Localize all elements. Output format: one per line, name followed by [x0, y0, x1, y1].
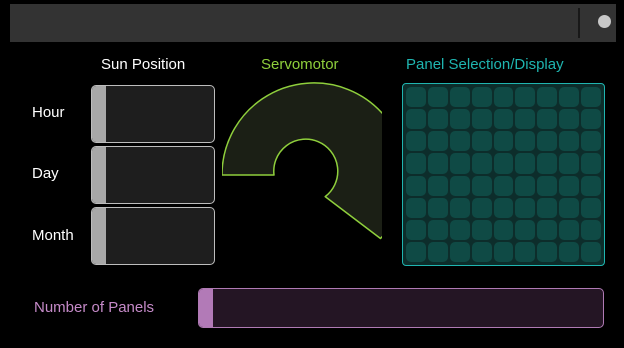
panel-cell[interactable] [515, 109, 536, 130]
panel-cell[interactable] [537, 87, 558, 108]
hour-label: Hour [32, 104, 65, 121]
panel-cell[interactable] [559, 241, 580, 262]
panel-cell[interactable] [493, 131, 514, 152]
panel-cell[interactable] [449, 87, 470, 108]
panel-cell[interactable] [559, 197, 580, 218]
panel-cell[interactable] [537, 219, 558, 240]
panel-cell[interactable] [471, 219, 492, 240]
panel-cell[interactable] [537, 241, 558, 262]
panel-display-title: Panel Selection/Display [406, 56, 564, 73]
month-slider[interactable] [91, 207, 215, 265]
panel-cell[interactable] [537, 153, 558, 174]
panel-cell[interactable] [515, 175, 536, 196]
panel-cell[interactable] [449, 197, 470, 218]
panel-cell[interactable] [581, 197, 601, 218]
panel-cell[interactable] [537, 197, 558, 218]
panel-cell[interactable] [493, 241, 514, 262]
number-of-panels-label: Number of Panels [34, 299, 155, 316]
panel-cell[interactable] [427, 175, 448, 196]
panel-cell[interactable] [449, 219, 470, 240]
panel-cell[interactable] [537, 109, 558, 130]
panel-cell[interactable] [449, 131, 470, 152]
hour-slider-handle[interactable] [92, 86, 106, 142]
panel-cell[interactable] [406, 109, 426, 130]
panel-cell[interactable] [537, 131, 558, 152]
panel-cell[interactable] [493, 153, 514, 174]
panel-cell[interactable] [471, 153, 492, 174]
panel-cell[interactable] [406, 87, 426, 108]
panel-cell[interactable] [559, 87, 580, 108]
panel-cell[interactable] [493, 175, 514, 196]
panel-cell[interactable] [471, 197, 492, 218]
panel-cell[interactable] [559, 219, 580, 240]
panel-cell[interactable] [427, 87, 448, 108]
panel-cell[interactable] [559, 153, 580, 174]
panel-cell[interactable] [581, 219, 601, 240]
panel-cell[interactable] [493, 197, 514, 218]
panel-cell[interactable] [559, 109, 580, 130]
panel-cell[interactable] [515, 241, 536, 262]
title-bar [10, 4, 616, 42]
panel-cell[interactable] [471, 131, 492, 152]
panel-cell[interactable] [515, 131, 536, 152]
panel-cell[interactable] [427, 219, 448, 240]
panel-cell[interactable] [581, 87, 601, 108]
sun-position-title: Sun Position [101, 56, 186, 73]
panel-cell[interactable] [471, 109, 492, 130]
panel-cell[interactable] [493, 87, 514, 108]
panel-cell[interactable] [406, 131, 426, 152]
panel-cell[interactable] [471, 175, 492, 196]
panel-cell[interactable] [515, 197, 536, 218]
month-slider-handle[interactable] [92, 208, 106, 264]
panel-cell[interactable] [471, 241, 492, 262]
panel-cell[interactable] [406, 153, 426, 174]
panel-cell[interactable] [493, 219, 514, 240]
panel-cell[interactable] [449, 109, 470, 130]
panel-cell[interactable] [427, 197, 448, 218]
panel-cell[interactable] [406, 197, 426, 218]
day-slider-handle[interactable] [92, 147, 106, 203]
panel-cell[interactable] [471, 87, 492, 108]
window-control-icon[interactable] [598, 15, 611, 28]
panel-cell[interactable] [427, 153, 448, 174]
panel-cell[interactable] [515, 87, 536, 108]
panel-cell[interactable] [427, 131, 448, 152]
panel-cell[interactable] [537, 175, 558, 196]
panel-cell[interactable] [581, 131, 601, 152]
month-label: Month [32, 227, 74, 244]
panel-cell[interactable] [559, 131, 580, 152]
panel-cell[interactable] [581, 175, 601, 196]
panel-cell[interactable] [581, 109, 601, 130]
day-slider[interactable] [91, 146, 215, 204]
panel-cell[interactable] [581, 153, 601, 174]
panel-cell[interactable] [581, 241, 601, 262]
panel-cell[interactable] [559, 175, 580, 196]
panel-cell[interactable] [427, 109, 448, 130]
title-bar-separator [578, 8, 580, 38]
panel-cell[interactable] [493, 109, 514, 130]
servomotor-arc[interactable] [221, 82, 407, 240]
panel-cell[interactable] [406, 241, 426, 262]
day-label: Day [32, 165, 59, 182]
panel-cell[interactable] [515, 219, 536, 240]
number-of-panels-handle[interactable] [199, 289, 213, 327]
servomotor-gauge[interactable] [221, 82, 407, 271]
panel-cell[interactable] [449, 175, 470, 196]
servomotor-title: Servomotor [261, 56, 339, 73]
panel-cell[interactable] [515, 153, 536, 174]
panel-cell[interactable] [427, 241, 448, 262]
panel-cell[interactable] [449, 241, 470, 262]
panel-cell[interactable] [406, 175, 426, 196]
hour-slider[interactable] [91, 85, 215, 143]
number-of-panels-slider[interactable] [198, 288, 604, 328]
panel-cell[interactable] [449, 153, 470, 174]
panel-matrix[interactable] [402, 83, 605, 266]
panel-cell[interactable] [406, 219, 426, 240]
